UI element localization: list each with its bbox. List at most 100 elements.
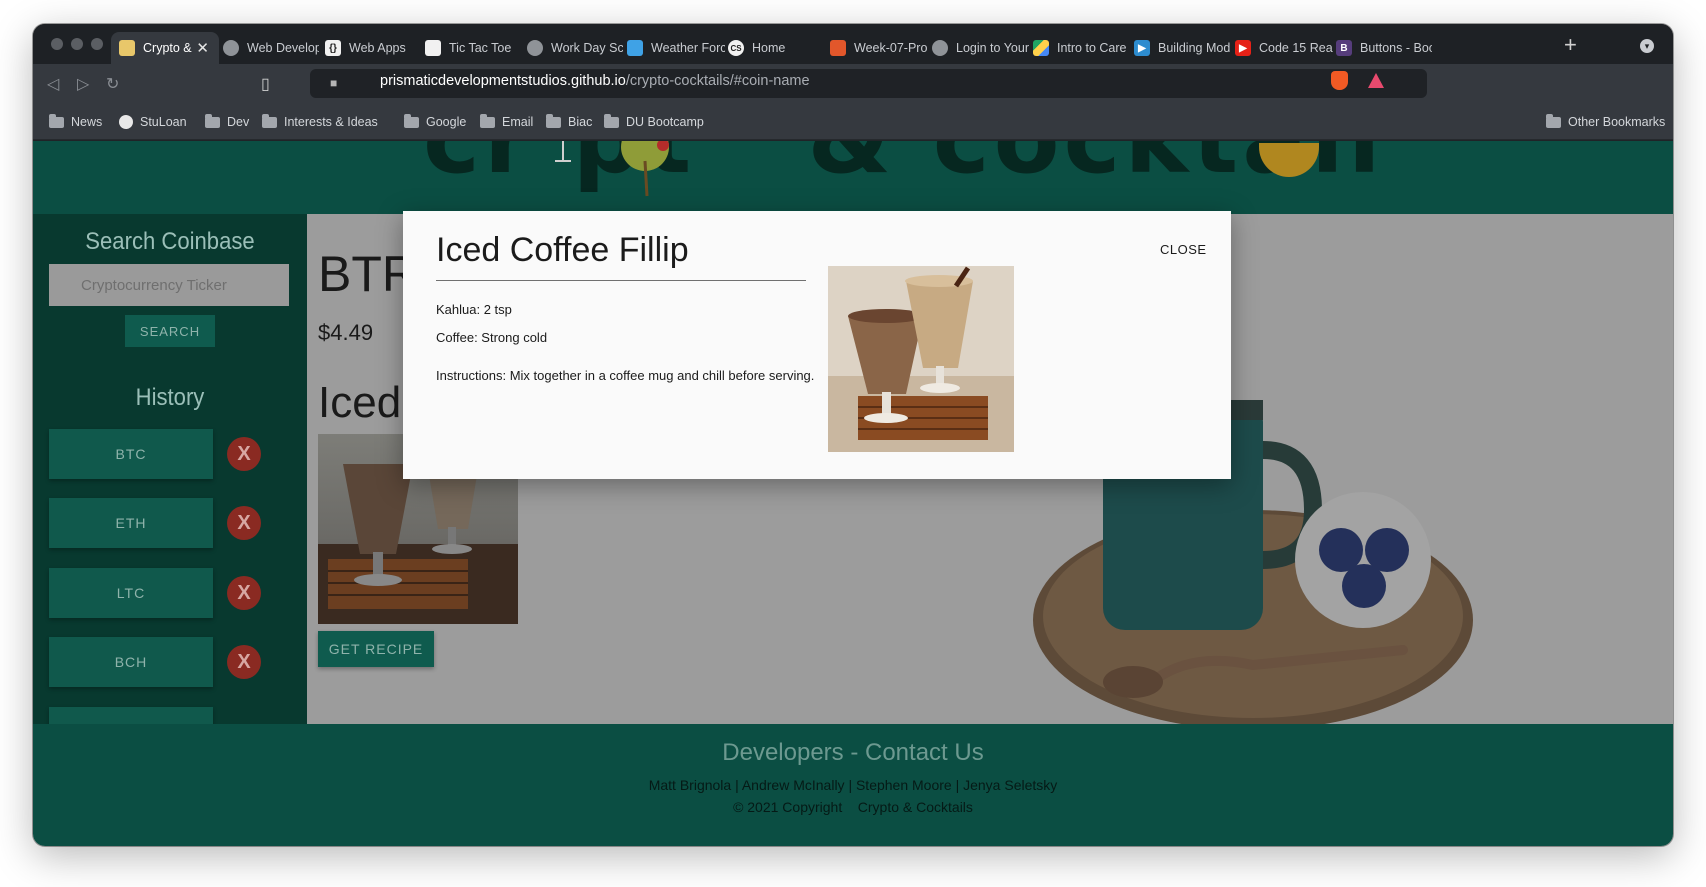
bookmark-icon[interactable]: ▯ bbox=[261, 74, 270, 94]
lock-icon: ■ bbox=[330, 76, 338, 90]
tab-label: Tic Tac Toe bbox=[449, 41, 512, 55]
globe-icon bbox=[932, 40, 948, 56]
history-title: History bbox=[135, 384, 205, 411]
tab-code-15[interactable]: ▶ Code 15 Rea bbox=[1235, 32, 1333, 64]
bookmark-news[interactable]: News bbox=[49, 113, 103, 129]
folder-icon bbox=[205, 113, 220, 128]
recipe-photo bbox=[828, 266, 1014, 452]
ingredient-line: Coffee: Strong cold bbox=[436, 330, 548, 345]
weather-icon bbox=[627, 40, 643, 56]
folder-icon bbox=[480, 113, 495, 128]
bookmark-email[interactable]: Email bbox=[480, 113, 533, 129]
reload-icon[interactable]: ↻ bbox=[106, 74, 119, 94]
minimize-window-button[interactable] bbox=[71, 38, 83, 50]
bookmark-label: DU Bootcamp bbox=[626, 115, 704, 129]
history-button-eth[interactable]: ETH bbox=[49, 498, 213, 548]
sidebar: Search Coinbase SEARCH History BTC X ETH… bbox=[33, 214, 307, 737]
history-button-ltc[interactable]: LTC bbox=[49, 568, 213, 618]
delete-history-button[interactable]: X bbox=[227, 576, 261, 610]
folder-icon bbox=[404, 113, 419, 128]
close-tab-icon[interactable]: ✕ bbox=[196, 39, 209, 57]
search-input[interactable] bbox=[49, 264, 289, 306]
tab-label: Login to Your bbox=[956, 41, 1029, 55]
search-title: Search Coinbase bbox=[85, 228, 255, 255]
bookmark-other[interactable]: Other Bookmarks bbox=[1546, 113, 1666, 129]
site-footer: Developers - Contact Us Matt Brignola | … bbox=[33, 724, 1673, 846]
bookmark-label: Dev bbox=[227, 115, 250, 129]
bookmark-biac[interactable]: Biac bbox=[546, 113, 593, 129]
tab-home[interactable]: CS Home bbox=[728, 32, 824, 64]
history-button-bch[interactable]: BCH bbox=[49, 637, 213, 687]
modal-title: Iced Coffee Fillip bbox=[436, 231, 689, 269]
delete-history-button[interactable]: X bbox=[227, 506, 261, 540]
forward-icon[interactable]: ▷ bbox=[77, 74, 89, 94]
tab-building-mod[interactable]: ▶ Building Mod bbox=[1134, 32, 1232, 64]
delete-history-button[interactable]: X bbox=[227, 437, 261, 471]
web-page: cr pt & cocktail Search Coinbase SEARCH … bbox=[33, 141, 1673, 846]
folder-icon bbox=[604, 113, 619, 128]
brave-rewards-icon[interactable] bbox=[1368, 73, 1384, 88]
grid-icon bbox=[425, 40, 441, 56]
tab-label: Intro to Care bbox=[1057, 41, 1127, 55]
bootstrap-icon: B bbox=[1336, 40, 1352, 56]
search-button[interactable]: SEARCH bbox=[125, 315, 215, 347]
drink-name: Iced bbox=[318, 378, 402, 427]
bookmark-dev[interactable]: Dev bbox=[205, 113, 250, 129]
tab-label: Crypto & bbox=[143, 41, 192, 55]
json-icon: {} bbox=[325, 40, 341, 56]
url-host: prismaticdevelopmentstudios.github.io bbox=[380, 73, 626, 89]
close-window-button[interactable] bbox=[51, 38, 63, 50]
tab-buttons-bootstrap[interactable]: B Buttons - Boo bbox=[1336, 32, 1432, 64]
bookmark-stuloan[interactable]: StuLoan bbox=[119, 115, 187, 129]
tab-tic-tac-toe[interactable]: Tic Tac Toe bbox=[425, 32, 521, 64]
tab-label: Home bbox=[752, 41, 786, 55]
history-button-btc[interactable]: BTC bbox=[49, 429, 213, 479]
youtube-icon: ▶ bbox=[1235, 40, 1251, 56]
browser-toolbar: ◁ ▷ ↻ ▯ ■ ➡ ✚ ☰ bbox=[33, 64, 1673, 130]
tab-web-apps[interactable]: {} Web Apps bbox=[325, 32, 415, 64]
tab-work-day[interactable]: Work Day Sc bbox=[527, 32, 623, 64]
modal-divider bbox=[436, 280, 806, 281]
globe-icon bbox=[119, 115, 133, 129]
folder-icon bbox=[49, 113, 64, 128]
bookmark-label: Other Bookmarks bbox=[1568, 115, 1666, 129]
folder-icon bbox=[546, 113, 561, 128]
cocktail-icon bbox=[119, 40, 135, 56]
developer-names: Matt Brignola | Andrew McInally | Stephe… bbox=[648, 777, 1058, 793]
tab-weather[interactable]: Weather Forc bbox=[627, 32, 725, 64]
new-tab-button[interactable]: + bbox=[1564, 34, 1577, 56]
globe-icon bbox=[223, 40, 239, 56]
globe-icon bbox=[527, 40, 543, 56]
tab-label: Web Apps bbox=[349, 41, 406, 55]
zoom-window-button[interactable] bbox=[91, 38, 103, 50]
tab-menu-icon[interactable]: ▾ bbox=[1640, 39, 1654, 53]
tab-web-develop[interactable]: Web Develop bbox=[223, 32, 319, 64]
google-drive-icon bbox=[1033, 40, 1049, 56]
tab-strip: Crypto & ✕ Web Develop {} Web Apps Tic T… bbox=[33, 24, 1673, 64]
tab-label: Web Develop bbox=[247, 41, 319, 55]
bookmark-label: Biac bbox=[568, 115, 593, 129]
url-path: /crypto-cocktails/#coin-name bbox=[625, 73, 810, 89]
bookmark-google[interactable]: Google bbox=[404, 113, 467, 129]
bookmark-interests[interactable]: Interests & Ideas bbox=[262, 113, 378, 129]
browser-window: Crypto & ✕ Web Develop {} Web Apps Tic T… bbox=[33, 24, 1673, 846]
get-recipe-button[interactable]: GET RECIPE bbox=[318, 631, 434, 667]
tab-intro-career[interactable]: Intro to Care bbox=[1033, 32, 1131, 64]
modal-close-button[interactable]: CLOSE bbox=[1160, 242, 1207, 257]
cs-logo-icon: CS bbox=[728, 40, 744, 56]
tab-label: Buttons - Boo bbox=[1360, 41, 1432, 55]
martini-glass-icon bbox=[621, 141, 669, 197]
bookmark-du-bootcamp[interactable]: DU Bootcamp bbox=[604, 113, 704, 129]
brave-shields-icon[interactable] bbox=[1331, 71, 1348, 90]
tab-crypto-cocktails[interactable]: Crypto & ✕ bbox=[111, 32, 219, 64]
back-icon[interactable]: ◁ bbox=[47, 74, 59, 94]
bookmark-label: News bbox=[71, 115, 103, 129]
copyright: © 2021 Copyright Crypto & Cocktails bbox=[733, 799, 973, 815]
bookmark-label: Google bbox=[426, 115, 467, 129]
coin-price: $4.49 bbox=[318, 320, 374, 345]
tab-login[interactable]: Login to Your bbox=[932, 32, 1030, 64]
tab-week-07[interactable]: Week-07-Pro bbox=[830, 32, 930, 64]
delete-history-button[interactable]: X bbox=[227, 645, 261, 679]
folder-icon bbox=[262, 113, 277, 128]
tab-label: Work Day Sc bbox=[551, 41, 623, 55]
